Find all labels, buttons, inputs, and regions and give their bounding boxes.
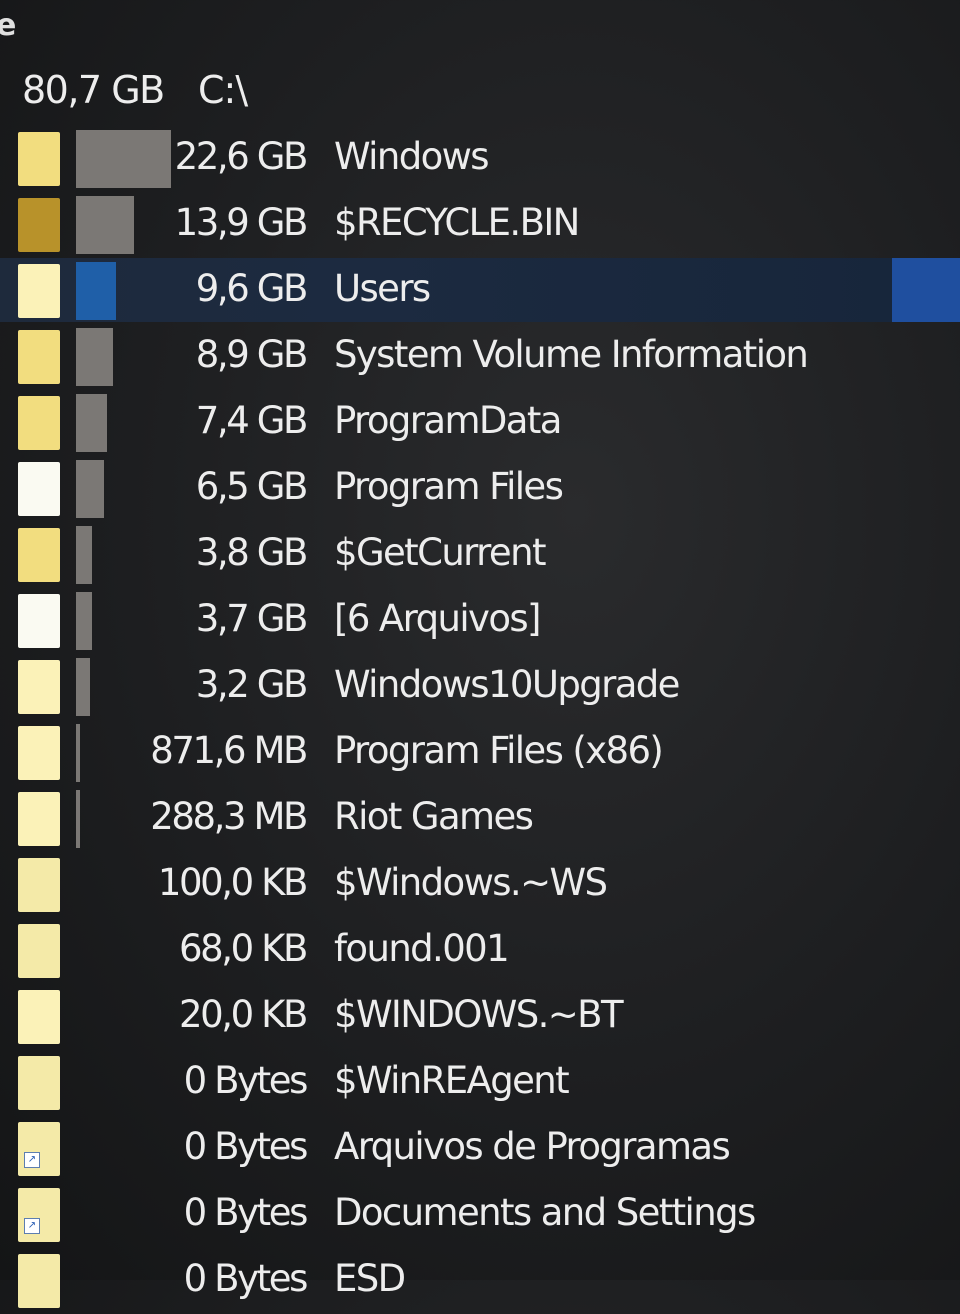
folder-name: $Windows.~WS — [334, 861, 608, 904]
folder-row[interactable]: 9,6 GB Users — [0, 258, 960, 324]
folder-name: [6 Arquivos] — [334, 597, 541, 640]
folder-name: ProgramData — [334, 399, 562, 442]
folder-name: Users — [334, 267, 431, 310]
folder-icon — [18, 132, 60, 186]
folder-row[interactable]: 3,2 GB Windows10Upgrade — [0, 654, 960, 720]
folder-icon — [18, 990, 60, 1044]
folder-row[interactable]: ↗ 0 Bytes Arquivos de Programas — [0, 1116, 960, 1182]
size-bar — [76, 394, 107, 452]
folder-icon — [18, 660, 60, 714]
folder-size: 288,3 MB — [150, 795, 308, 838]
folder-row[interactable]: 13,9 GB $RECYCLE.BIN — [0, 192, 960, 258]
folder-size: 7,4 GB — [195, 399, 309, 442]
folder-icon — [18, 858, 60, 912]
folder-size: 8,9 GB — [195, 333, 309, 376]
folder-name: Program Files (x86) — [334, 729, 664, 772]
size-bar — [76, 460, 104, 518]
folder-row[interactable]: 3,8 GB $GetCurrent — [0, 522, 960, 588]
folder-size: 0 Bytes — [183, 1191, 309, 1234]
folder-size: 22,6 GB — [174, 135, 309, 178]
folder-size: 871,6 MB — [150, 729, 308, 772]
folder-row[interactable]: 871,6 MB Program Files (x86) — [0, 720, 960, 786]
folder-size: 20,0 KB — [179, 993, 308, 1036]
folder-icon — [18, 924, 60, 978]
size-bar — [76, 262, 116, 320]
folder-icon — [18, 264, 60, 318]
root-drive-row[interactable]: 80,7 GB C:\ — [0, 60, 960, 126]
size-bar — [76, 658, 90, 716]
folder-name: System Volume Information — [334, 333, 809, 376]
size-bar — [76, 328, 113, 386]
folder-row[interactable]: 6,5 GB Program Files — [0, 456, 960, 522]
folder-row[interactable]: 100,0 KB $Windows.~WS — [0, 852, 960, 918]
folder-icon — [18, 198, 60, 252]
folder-name: Windows10Upgrade — [334, 663, 680, 706]
folder-name: ESD — [334, 1257, 406, 1300]
folder-row[interactable]: 288,3 MB Riot Games — [0, 786, 960, 852]
folder-icon — [18, 396, 60, 450]
size-bar — [76, 724, 80, 782]
folder-size: 0 Bytes — [183, 1059, 309, 1102]
folder-icon — [18, 726, 60, 780]
folder-row[interactable]: 20,0 KB $WINDOWS.~BT — [0, 984, 960, 1050]
folder-size: 13,9 GB — [174, 201, 309, 244]
size-bar — [76, 592, 92, 650]
folder-row[interactable]: 0 Bytes ESD — [0, 1248, 960, 1314]
folder-row[interactable]: ↗ 0 Bytes Documents and Settings — [0, 1182, 960, 1248]
clipped-edge-glyph: e — [0, 8, 17, 43]
folder-shortcut-icon: ↗ — [18, 1188, 60, 1242]
folder-icon — [18, 330, 60, 384]
root-path: C:\ — [198, 68, 248, 112]
folder-size: 6,5 GB — [195, 465, 309, 508]
root-size: 80,7 GB — [22, 68, 165, 112]
folder-name: Windows — [334, 135, 490, 178]
folder-row[interactable]: 3,7 GB [6 Arquivos] — [0, 588, 960, 654]
folder-size: 100,0 KB — [157, 861, 309, 904]
folder-row[interactable]: 7,4 GB ProgramData — [0, 390, 960, 456]
folder-name: found.001 — [334, 927, 510, 970]
size-bar — [76, 790, 80, 848]
folder-shortcut-icon: ↗ — [18, 1122, 60, 1176]
folder-name: $GetCurrent — [334, 531, 546, 574]
folder-icon — [18, 528, 60, 582]
folder-icon — [18, 1056, 60, 1110]
folder-row[interactable]: 8,9 GB System Volume Information — [0, 324, 960, 390]
folder-size: 3,8 GB — [195, 531, 309, 574]
folder-size: 0 Bytes — [183, 1257, 309, 1300]
folder-name: Documents and Settings — [334, 1191, 756, 1234]
folder-row[interactable]: 0 Bytes $WinREAgent — [0, 1050, 960, 1116]
selection-highlight-right — [892, 258, 960, 322]
folder-name: $RECYCLE.BIN — [334, 201, 580, 244]
folder-row[interactable]: 68,0 KB found.001 — [0, 918, 960, 984]
folder-name: Riot Games — [334, 795, 534, 838]
shortcut-arrow-icon: ↗ — [24, 1218, 40, 1234]
folder-name: Program Files — [334, 465, 564, 508]
folder-icon — [18, 792, 60, 846]
folder-icon — [18, 462, 60, 516]
shortcut-arrow-icon: ↗ — [24, 1152, 40, 1168]
folder-icon — [18, 594, 60, 648]
folder-name: $WINDOWS.~BT — [334, 993, 624, 1036]
folder-name: Arquivos de Programas — [334, 1125, 731, 1168]
folder-icon — [18, 1254, 60, 1308]
folder-size: 9,6 GB — [195, 267, 309, 310]
folder-size: 0 Bytes — [183, 1125, 309, 1168]
folder-row[interactable]: 22,6 GB Windows — [0, 126, 960, 192]
size-bar — [76, 526, 92, 584]
folder-size: 3,2 GB — [195, 663, 309, 706]
folder-tree: 22,6 GB Windows 13,9 GB $RECYCLE.BIN 9,6 GB U… — [0, 126, 960, 1314]
folder-name: $WinREAgent — [334, 1059, 570, 1102]
folder-size: 3,7 GB — [195, 597, 309, 640]
folder-size: 68,0 KB — [179, 927, 308, 970]
